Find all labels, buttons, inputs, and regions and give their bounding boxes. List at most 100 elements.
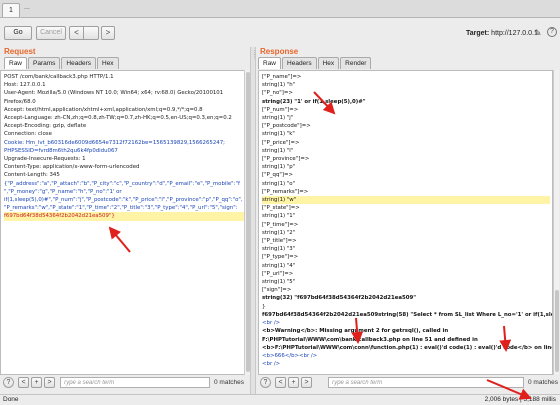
request-cookie-line: Cookie: Hm_lvt_b60316de6009d6654e7312f72…	[4, 139, 225, 146]
request-line: Accept-Encoding: gzip, deflate	[4, 123, 87, 130]
response-tabs: Raw Headers Hex Render	[258, 57, 372, 70]
target-value: http://127.0.0.1	[491, 30, 538, 37]
response-search-help-icon[interactable]: ?	[260, 377, 271, 388]
tab-strip: 1 ...	[0, 0, 560, 18]
response-size-time: 2,006 bytes | 5,188 millis	[484, 396, 556, 403]
request-line: POST /com/bank/callback3.php HTTP/1.1	[4, 74, 114, 80]
response-line: string(1) "5"	[262, 279, 296, 286]
request-body-line: "P_remarks":"w","P_state":"1","P_time":"…	[4, 205, 238, 212]
back-forward-group: < ▾	[69, 26, 111, 40]
response-line: ["P_postcode"]=>	[262, 123, 311, 130]
response-sql-line: f697bd64f38d54364f2b2042d21ea509string(5…	[262, 311, 552, 318]
response-search-bar: ? < + > 0 matches	[256, 376, 560, 391]
response-line: string(1) "l"	[262, 147, 294, 154]
request-search-add-button[interactable]: +	[31, 377, 42, 388]
target-label: Target:	[466, 30, 490, 37]
response-editor[interactable]: ["P_name"]=> string(1) "h" ["P_no"]=> st…	[258, 70, 553, 375]
response-line: string(23) "1' or if(1,sleep(5),0)#"	[262, 98, 366, 105]
target-display: Target: http://127.0.0.1	[466, 30, 538, 37]
response-scrollbar[interactable]	[553, 70, 559, 375]
status-text: Done	[3, 396, 19, 403]
response-line: string(32) "f697bd64f38d54364f2b2042d21e…	[262, 295, 417, 302]
request-body-line: {"P_address":"a","P_attach":"b","P_city"…	[4, 180, 240, 187]
response-warning-line: <b>F:\PHPTutorial\WWW\com\conn\function.…	[262, 344, 553, 351]
response-line: ["P_time"]=>	[262, 221, 299, 228]
request-line: Host: 127.0.0.1	[4, 82, 46, 89]
response-line: string(1) "2"	[262, 229, 296, 236]
response-match-count: 0 matches	[528, 379, 558, 386]
response-line: ["P_price"]=>	[262, 139, 300, 146]
response-search-add-button[interactable]: +	[288, 377, 299, 388]
tab-request-raw[interactable]: Raw	[4, 57, 28, 69]
back-history-dropdown[interactable]: ▾	[84, 27, 111, 39]
response-warning-line: <b>Warning</b>: Missing argument 2 for g…	[262, 328, 449, 335]
forward-button[interactable]: >	[101, 26, 115, 40]
response-html-line: <b>666</b><br />	[262, 352, 318, 359]
response-line: ["P_num"]=>	[262, 106, 299, 113]
request-line: Content-Length: 345	[4, 172, 60, 179]
cancel-button[interactable]: Cancel	[36, 26, 66, 40]
back-button[interactable]: <	[70, 27, 84, 39]
response-line: ["P_state"]=>	[262, 205, 300, 212]
request-line: Connection: close	[4, 131, 52, 138]
tab-request-headers[interactable]: Headers	[61, 57, 96, 69]
response-line: }	[262, 303, 266, 310]
tab-response-render[interactable]: Render	[340, 57, 372, 69]
response-line: string(1) "3"	[262, 246, 296, 253]
status-bar: Done 2,006 bytes | 5,188 millis	[0, 394, 560, 405]
toolbar: Go Cancel < ▾ > Target: http://127.0.0.1…	[0, 19, 560, 47]
tab-1[interactable]: 1	[2, 3, 20, 17]
response-line: ["P_qq"]=>	[262, 172, 293, 179]
response-line: ["P_url"]=>	[262, 270, 294, 277]
request-editor[interactable]: POST /com/bank/callback3.php HTTP/1.1 Ho…	[0, 70, 250, 375]
request-search-prev-button[interactable]: <	[18, 377, 29, 388]
response-line: string(1) "h"	[262, 82, 296, 89]
tab-request-hex[interactable]: Hex	[97, 57, 119, 69]
tab-1-label: 1	[9, 7, 13, 14]
response-line: string(1) "w"	[262, 196, 550, 205]
go-button[interactable]: Go	[4, 26, 32, 40]
response-line: string(1) "4"	[262, 262, 296, 269]
request-line: Accept-Language: zh-CN,zh;q=0.8,zh-TW;q=…	[4, 115, 232, 122]
pencil-icon[interactable]: ✎	[534, 28, 542, 39]
response-line: string(1) "o"	[262, 180, 296, 187]
response-line: ["P_title"]=>	[262, 238, 297, 245]
request-line: Accept: text/html,application/xhtml+xml,…	[4, 106, 203, 113]
request-line: Content-Type: application/x-www-form-url…	[4, 164, 140, 171]
response-warning-line: F:\PHPTutorial\WWW\com\bank\callback3.ph…	[262, 336, 478, 343]
request-search-input[interactable]	[60, 377, 210, 388]
response-html-line: <br />	[262, 361, 281, 368]
response-title: Response	[260, 47, 299, 56]
tab-response-headers[interactable]: Headers	[282, 57, 317, 69]
request-search-next-button[interactable]: >	[44, 377, 55, 388]
response-search-input[interactable]	[328, 377, 524, 388]
request-body-line: ","P_money":"g","P_name":"h","P_no":"1' …	[4, 188, 122, 195]
request-line: Firefox/68.0	[4, 98, 36, 105]
request-tabs: Raw Params Headers Hex	[4, 57, 120, 70]
tab-request-params[interactable]: Params	[28, 57, 61, 69]
tab-response-hex[interactable]: Hex	[317, 57, 340, 69]
help-icon[interactable]: ?	[547, 27, 557, 37]
request-line: User-Agent: Mozilla/5.0 (Windows NT 10.0…	[4, 90, 224, 97]
response-search-next-button[interactable]: >	[301, 377, 312, 388]
request-search-bar: ? < + > 0 matches	[0, 376, 250, 391]
response-line: ["P_remarks"]=>	[262, 188, 309, 195]
tab-more-button[interactable]: ...	[24, 4, 30, 11]
tab-response-raw[interactable]: Raw	[258, 57, 282, 69]
request-match-count: 0 matches	[214, 379, 244, 386]
request-search-help-icon[interactable]: ?	[3, 377, 14, 388]
response-line: ["P_no"]=>	[262, 90, 293, 97]
request-body-line: f697bd64f38d54364f2b2042d21ea509"}	[4, 212, 247, 221]
request-line: Upgrade-Insecure-Requests: 1	[4, 156, 86, 163]
response-line: ["P_province"]=>	[262, 156, 310, 163]
response-line: string(1) "p"	[262, 164, 296, 171]
response-line: ["P_type"]=>	[262, 254, 299, 261]
response-line: ["sign"]=>	[262, 287, 292, 294]
response-search-prev-button[interactable]: <	[275, 377, 286, 388]
response-line: string(1) "k"	[262, 131, 295, 138]
response-line: string(1) "j"	[262, 115, 294, 122]
request-pane: Request Raw Params Headers Hex POST /com/ba…	[0, 47, 250, 394]
response-html-line: <br />	[262, 320, 281, 327]
response-scroll-thumb[interactable]	[555, 290, 559, 372]
response-pane: Response Raw Headers Hex Render ["P_name"]=…	[256, 47, 560, 394]
